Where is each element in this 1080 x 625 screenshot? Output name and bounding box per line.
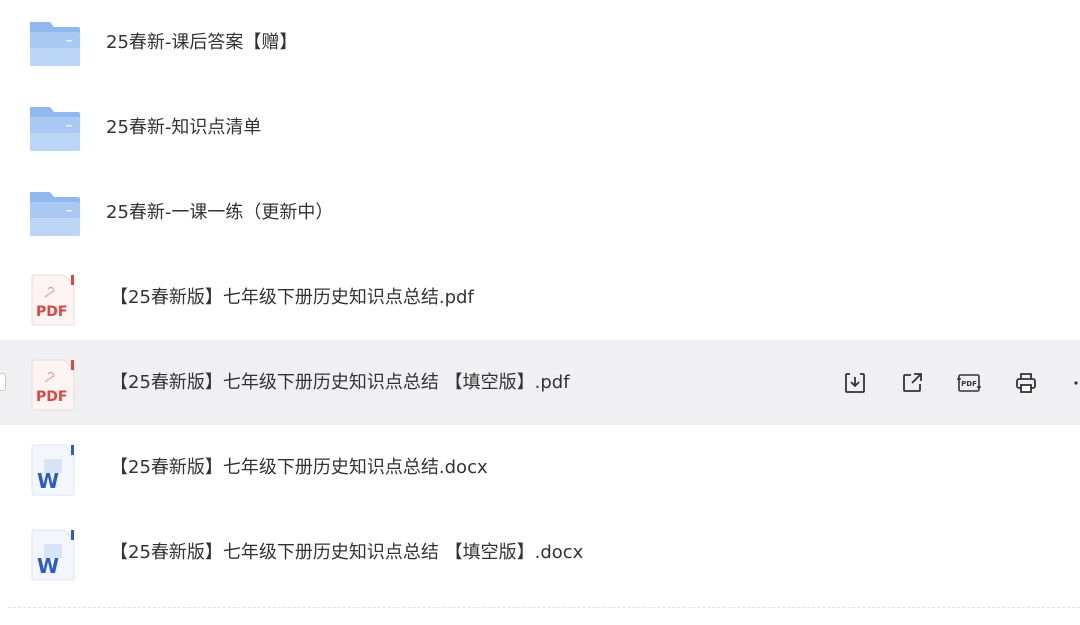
file-name[interactable]: 25春新-知识点清单 (106, 85, 261, 170)
print-icon (1016, 372, 1036, 393)
word-file-icon: W (28, 443, 82, 496)
svg-text:PDF: PDF (961, 380, 977, 388)
file-name[interactable]: 【25春新版】七年级下册历史知识点总结 【填空版】.docx (110, 510, 583, 595)
file-name[interactable]: 【25春新版】七年级下册历史知识点总结.docx (110, 425, 488, 510)
list-item[interactable]: W 【25春新版】七年级下册历史知识点总结.docx (0, 425, 1080, 510)
list-item-hovered[interactable]: PDF 【25春新版】七年级下册历史知识点总结 【填空版】.pdf PDF (0, 340, 1080, 425)
share-icon (903, 372, 922, 392)
pdf-file-icon: PDF (28, 358, 82, 411)
print-button[interactable] (1009, 366, 1043, 400)
pdf-file-icon: PDF (28, 273, 82, 326)
file-list: 25春新-课后答案【赠】 25春新-知识点清单 25春新-一课一练（更新中） P… (0, 0, 1080, 595)
folder-icon (28, 103, 82, 153)
svg-text:W: W (37, 469, 59, 493)
list-item[interactable]: 25春新-一课一练（更新中） (0, 170, 1080, 255)
file-name[interactable]: 【25春新版】七年级下册历史知识点总结 【填空版】.pdf (110, 340, 570, 425)
list-divider (8, 607, 1080, 608)
download-icon (845, 372, 865, 393)
row-checkbox[interactable] (0, 373, 6, 391)
folder-icon (28, 18, 82, 68)
share-button[interactable] (895, 366, 929, 400)
more-button[interactable] (1066, 366, 1080, 400)
file-name[interactable]: 25春新-课后答案【赠】 (106, 0, 297, 85)
svg-text:PDF: PDF (36, 389, 67, 405)
folder-icon (28, 188, 82, 238)
svg-text:PDF: PDF (36, 304, 67, 320)
svg-text:W: W (37, 554, 59, 578)
download-button[interactable] (838, 366, 872, 400)
list-item[interactable]: 25春新-课后答案【赠】 (0, 0, 1080, 85)
file-name[interactable]: 25春新-一课一练（更新中） (106, 170, 333, 255)
row-actions: PDF (815, 340, 1080, 425)
file-name[interactable]: 【25春新版】七年级下册历史知识点总结.pdf (110, 255, 474, 340)
word-file-icon: W (28, 528, 82, 581)
convert-pdf-button[interactable]: PDF (952, 366, 986, 400)
convert-pdf-icon: PDF (957, 373, 981, 392)
list-item[interactable]: W 【25春新版】七年级下册历史知识点总结 【填空版】.docx (0, 510, 1080, 595)
list-item[interactable]: PDF 【25春新版】七年级下册历史知识点总结.pdf (0, 255, 1080, 340)
more-icon (1074, 380, 1078, 385)
list-item[interactable]: 25春新-知识点清单 (0, 85, 1080, 170)
